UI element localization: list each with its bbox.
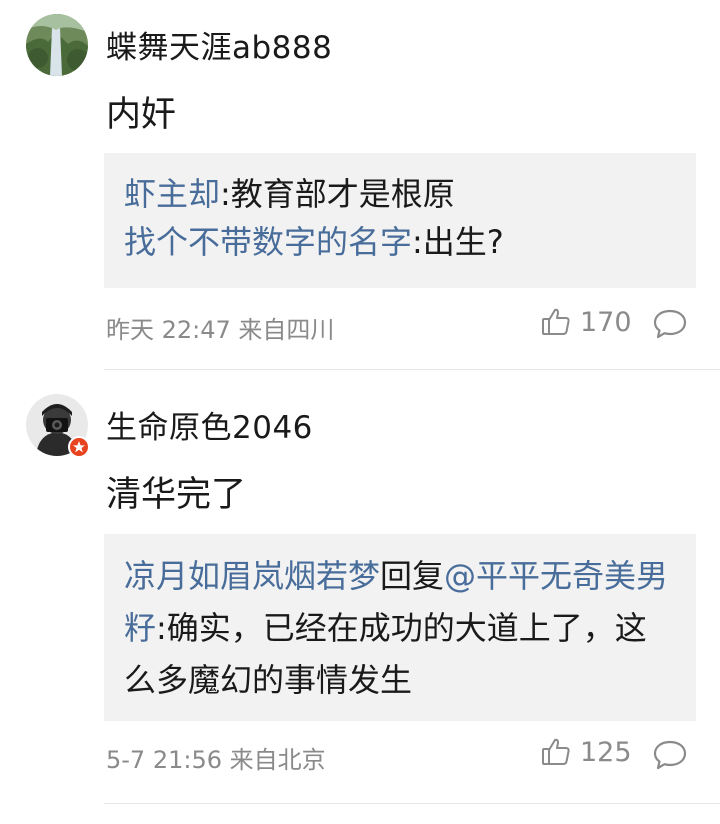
thumbs-up-icon (542, 738, 570, 765)
reply-separator: : (156, 609, 167, 647)
thumbs-up-icon (542, 308, 570, 335)
comment-meta: 5-7 21:56 来自北京 (106, 746, 326, 774)
reply-box[interactable]: 凉月如眉岚烟若梦回复@平平无奇美男籽:确实，已经在成功的大道上了，这么多魔幻的事… (104, 534, 696, 721)
reply-separator: : (220, 175, 231, 213)
comment-meta: 昨天 22:47 来自四川 (106, 316, 335, 344)
comment-bubble-icon[interactable] (652, 739, 688, 771)
divider (104, 803, 720, 804)
reply-username[interactable]: 找个不带数字的名字 (124, 223, 412, 261)
username[interactable]: 蝶舞天涯ab888 (106, 22, 332, 67)
reply-box[interactable]: 虾主却:教育部才是根原 找个不带数字的名字:出生? (104, 153, 696, 288)
avatar[interactable] (26, 14, 88, 76)
comment-text: 清华完了 (106, 475, 247, 515)
reply-username[interactable]: 虾主却 (124, 175, 220, 213)
like-count: 170 (580, 306, 632, 338)
comment-item: 蝶舞天涯ab888 内奸 虾主却:教育部才是根原 找个不带数字的名字:出生? 昨… (0, 0, 720, 370)
reply-username[interactable]: 凉月如眉岚烟若梦 (124, 557, 380, 595)
like-button[interactable]: 125 (540, 736, 632, 768)
verified-badge-icon (68, 436, 90, 458)
comment-item: 生命原色2046 清华完了 凉月如眉岚烟若梦回复@平平无奇美男籽:确实，已经在成… (0, 372, 720, 804)
reply-text: 确实，已经在成功的大道上了，这么多魔幻的事情发生 (124, 609, 647, 699)
username[interactable]: 生命原色2046 (106, 402, 313, 447)
reply-text: 出生? (422, 223, 504, 261)
comment-text: 内奸 (106, 95, 177, 135)
reply-separator: : (412, 223, 423, 261)
reply-line: 凉月如眉岚烟若梦回复@平平无奇美男籽:确实，已经在成功的大道上了，这么多魔幻的事… (124, 550, 676, 706)
reply-verb: 回复 (380, 557, 445, 595)
like-count: 125 (580, 736, 632, 768)
reply-text: 教育部才是根原 (230, 175, 455, 213)
comment-bubble-icon[interactable] (652, 308, 688, 340)
divider (104, 369, 720, 370)
like-button[interactable]: 170 (540, 306, 632, 338)
reply-line: 找个不带数字的名字:出生? (124, 218, 676, 266)
reply-line: 虾主却:教育部才是根原 (124, 170, 676, 218)
